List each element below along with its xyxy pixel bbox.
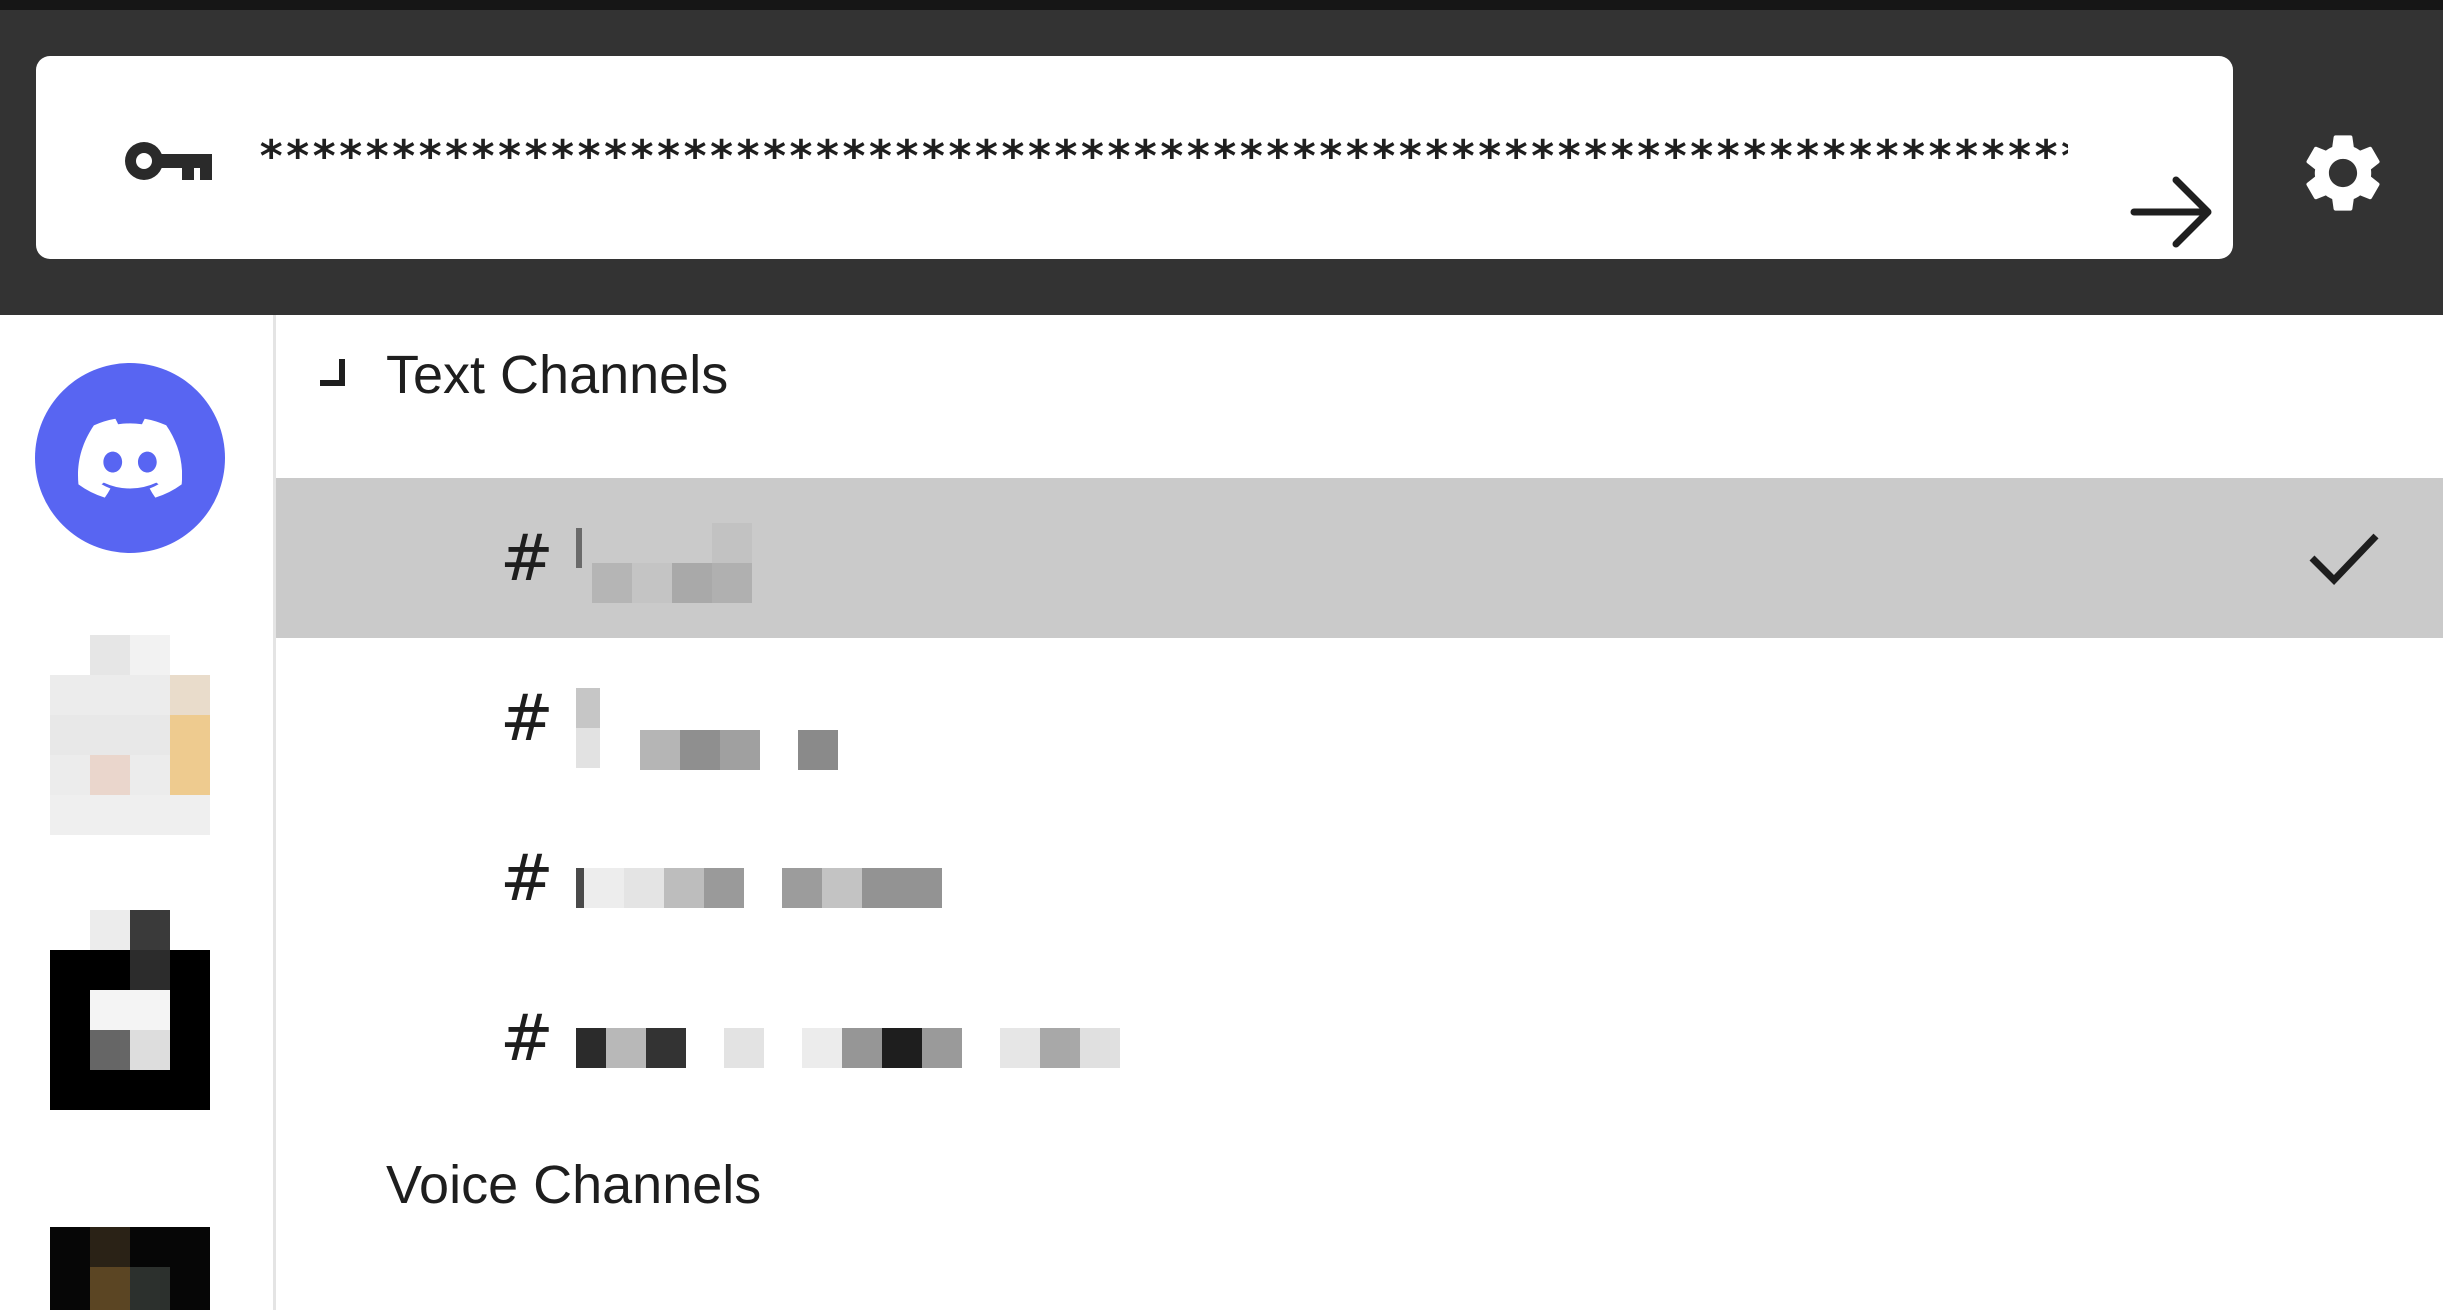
redacted-pixel — [712, 563, 752, 603]
redacted-pixel — [798, 730, 838, 770]
token-input[interactable] — [258, 120, 2068, 192]
redacted-pixel — [576, 868, 584, 908]
category-label: Voice Channels — [386, 1155, 762, 1215]
server-avatar-pixel — [130, 910, 170, 950]
channel-name-redacted — [576, 518, 1276, 608]
hash-icon: # — [500, 682, 554, 756]
redacted-pixel — [782, 868, 822, 908]
server-avatar-pixel — [90, 1030, 130, 1070]
redacted-pixel — [1000, 1028, 1040, 1068]
channel-list: Text Channels # # # # Voice Channels — [276, 315, 2443, 1310]
check-icon — [2309, 533, 2379, 586]
server-discord-home[interactable] — [35, 363, 225, 553]
channel-item[interactable]: # — [276, 638, 2443, 798]
server-avatar-pixel — [50, 795, 210, 835]
redacted-pixel — [862, 868, 942, 908]
redacted-pixel — [664, 868, 704, 908]
token-field-container[interactable] — [36, 56, 2233, 259]
redacted-pixel — [720, 730, 760, 770]
server-avatar[interactable] — [50, 1227, 210, 1310]
channel-item[interactable]: # — [276, 798, 2443, 958]
key-icon — [125, 142, 212, 180]
server-list — [0, 315, 276, 1310]
hash-icon: # — [500, 522, 554, 596]
redacted-pixel — [842, 1028, 882, 1068]
redacted-pixel — [822, 868, 862, 908]
redacted-pixel — [592, 563, 632, 603]
redacted-pixel — [672, 563, 712, 603]
redacted-pixel — [1040, 1028, 1080, 1068]
gear-icon[interactable] — [2296, 126, 2390, 220]
server-avatar-pixel — [90, 1267, 130, 1310]
server-avatar[interactable] — [50, 910, 210, 1110]
channel-name-redacted — [576, 998, 1276, 1088]
arrow-right-icon[interactable] — [2126, 172, 2220, 252]
redacted-pixel — [606, 1028, 646, 1068]
category-label: Text Channels — [386, 345, 729, 405]
discord-logo-icon — [78, 418, 182, 498]
redacted-pixel — [584, 868, 624, 908]
channel-item[interactable]: # — [276, 958, 2443, 1118]
server-avatar-pixel — [170, 675, 210, 715]
server-avatar-pixel — [130, 1267, 170, 1310]
redacted-pixel — [624, 868, 664, 908]
redacted-pixel — [632, 563, 672, 603]
server-avatar[interactable] — [50, 635, 210, 835]
channel-name-redacted — [576, 678, 1276, 770]
server-avatar-pixel — [90, 755, 130, 795]
redacted-pixel — [576, 688, 600, 728]
redacted-pixel — [1080, 1028, 1120, 1068]
channel-name-redacted — [576, 838, 1276, 928]
collapse-icon — [320, 359, 345, 386]
hash-icon: # — [500, 1002, 554, 1076]
category-voice-channels[interactable]: Voice Channels — [276, 1137, 2443, 1233]
channel-item[interactable]: # — [276, 478, 2443, 638]
server-avatar-pixel — [90, 910, 130, 950]
redacted-pixel — [704, 868, 744, 908]
category-text-channels[interactable]: Text Channels — [276, 327, 2443, 423]
redacted-pixel — [712, 523, 752, 563]
server-avatar-pixel — [130, 1030, 170, 1070]
server-avatar-pixel — [170, 715, 210, 795]
redacted-pixel — [802, 1028, 842, 1068]
token-header-bar — [0, 10, 2443, 315]
redacted-pixel — [882, 1028, 922, 1068]
server-avatar-pixel — [90, 990, 170, 1030]
server-avatar-pixel — [90, 635, 130, 675]
redacted-pixel — [576, 1028, 606, 1068]
redacted-pixel — [576, 728, 600, 768]
redacted-pixel — [724, 1028, 764, 1068]
window-top-border — [0, 0, 2443, 10]
server-avatar-pixel — [130, 950, 170, 990]
redacted-pixel — [922, 1028, 962, 1068]
server-avatar-pixel — [130, 635, 170, 675]
server-avatar-pixel — [90, 1227, 130, 1267]
redacted-pixel — [646, 1028, 686, 1068]
redacted-pixel — [640, 730, 680, 770]
redacted-pixel — [576, 528, 582, 568]
hash-icon: # — [500, 842, 554, 916]
